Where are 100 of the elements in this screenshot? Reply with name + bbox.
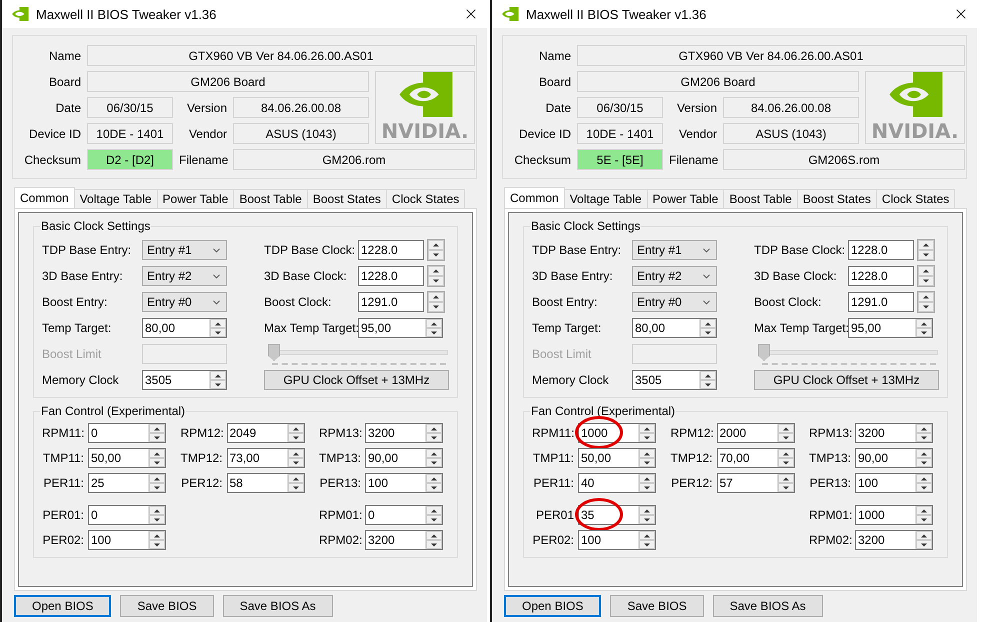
tab[interactable]: Clock States [876, 189, 956, 208]
spin-down-button[interactable] [149, 458, 165, 467]
spin-down-button[interactable] [778, 483, 794, 492]
spin-up-button[interactable] [639, 449, 655, 458]
spin-up-button[interactable] [639, 506, 655, 515]
footer-button[interactable]: Open BIOS [504, 595, 602, 617]
spin-up-button[interactable] [149, 449, 165, 458]
number-field[interactable]: 57 [716, 473, 794, 493]
spin-down-button[interactable] [426, 328, 442, 337]
spin-down-button[interactable] [639, 433, 655, 442]
number-field[interactable]: 90,00 [855, 448, 933, 468]
spin-up-button[interactable] [210, 319, 226, 328]
number-field[interactable]: 100 [578, 530, 656, 550]
spin-up-button[interactable] [426, 449, 442, 458]
number-field[interactable]: 0 [365, 505, 443, 525]
spin-down-button[interactable] [426, 540, 442, 549]
number-field[interactable]: 1228.0 [358, 266, 424, 286]
dropdown[interactable]: Entry #0 [142, 292, 227, 312]
number-field[interactable]: 50,00 [88, 448, 166, 468]
spin-up-button[interactable] [918, 266, 934, 276]
spin-up-button[interactable] [700, 371, 716, 380]
spin-down-button[interactable] [149, 433, 165, 442]
spin-up-button[interactable] [426, 506, 442, 515]
number-field[interactable]: 1000 [855, 505, 933, 525]
spin-down-button[interactable] [426, 483, 442, 492]
spin-up-button[interactable] [639, 474, 655, 483]
spin-up-button[interactable] [916, 319, 932, 328]
spin-down-button[interactable] [918, 302, 934, 312]
dropdown[interactable]: Entry #1 [632, 240, 717, 260]
number-field[interactable]: 80,00 [632, 318, 717, 338]
spin-down-button[interactable] [428, 276, 444, 286]
number-field[interactable]: 1000 [578, 423, 656, 443]
spin-up-button[interactable] [916, 449, 932, 458]
spin-down-button[interactable] [916, 515, 932, 524]
spin-down-button[interactable] [149, 540, 165, 549]
spin-up-button[interactable] [778, 474, 794, 483]
number-field[interactable]: 3200 [855, 423, 933, 443]
spin-down-button[interactable] [426, 433, 442, 442]
number-field[interactable]: 95,00 [358, 318, 443, 338]
spin-up-button[interactable] [916, 506, 932, 515]
spin-up-button[interactable] [918, 240, 934, 250]
dropdown[interactable]: Entry #1 [142, 240, 227, 260]
number-field[interactable]: 80,00 [142, 318, 227, 338]
spin-up-button[interactable] [426, 474, 442, 483]
clock-offset-button[interactable]: GPU Clock Offset + 13MHz [754, 370, 939, 390]
tab[interactable]: Voltage Table [74, 189, 158, 208]
spin-down-button[interactable] [426, 515, 442, 524]
spin-down-button[interactable] [288, 458, 304, 467]
dropdown[interactable]: Entry #2 [632, 266, 717, 286]
footer-button[interactable]: Open BIOS [14, 595, 112, 617]
spin-down-button[interactable] [916, 540, 932, 549]
number-field[interactable]: 1228.0 [848, 266, 914, 286]
spin-down-button[interactable] [778, 433, 794, 442]
spin-up-button[interactable] [916, 474, 932, 483]
number-field[interactable]: 95,00 [848, 318, 933, 338]
spin-down-button[interactable] [916, 328, 932, 337]
number-field[interactable]: 1291.0 [358, 292, 424, 312]
spin-up-button[interactable] [149, 474, 165, 483]
footer-button[interactable]: Save BIOS [120, 595, 214, 617]
clock-offset-button[interactable]: GPU Clock Offset + 13MHz [264, 370, 449, 390]
spin-up-button[interactable] [916, 531, 932, 540]
spin-up-button[interactable] [778, 449, 794, 458]
footer-button[interactable]: Save BIOS [610, 595, 704, 617]
footer-button[interactable]: Save BIOS As [222, 595, 333, 617]
spin-down-button[interactable] [916, 483, 932, 492]
number-field[interactable]: 3200 [855, 530, 933, 550]
spin-down-button[interactable] [918, 250, 934, 260]
number-field[interactable]: 73,00 [226, 448, 304, 468]
spin-up-button[interactable] [149, 531, 165, 540]
footer-button[interactable]: Save BIOS As [712, 595, 823, 617]
spin-down-button[interactable] [210, 328, 226, 337]
number-field[interactable]: 100 [365, 473, 443, 493]
number-field[interactable]: 3505 [142, 370, 227, 390]
spin-up-button[interactable] [428, 292, 444, 302]
spin-down-button[interactable] [700, 380, 716, 389]
spin-down-button[interactable] [210, 380, 226, 389]
spin-up-button[interactable] [918, 292, 934, 302]
spin-down-button[interactable] [639, 515, 655, 524]
spin-down-button[interactable] [428, 250, 444, 260]
spin-down-button[interactable] [916, 433, 932, 442]
tab[interactable]: Clock States [386, 189, 466, 208]
spin-up-button[interactable] [426, 319, 442, 328]
number-field[interactable]: 70,00 [716, 448, 794, 468]
spin-up-button[interactable] [149, 424, 165, 433]
number-field[interactable]: 1228.0 [848, 240, 914, 260]
spin-up-button[interactable] [428, 266, 444, 276]
number-field[interactable]: 2049 [226, 423, 304, 443]
tab[interactable]: Common [504, 187, 565, 208]
spin-up-button[interactable] [700, 319, 716, 328]
number-field[interactable]: 58 [226, 473, 304, 493]
spin-down-button[interactable] [916, 458, 932, 467]
tab[interactable]: Common [14, 187, 75, 208]
slider-thumb[interactable] [268, 344, 280, 361]
spin-down-button[interactable] [426, 458, 442, 467]
spin-up-button[interactable] [288, 424, 304, 433]
spin-up-button[interactable] [426, 424, 442, 433]
number-field[interactable]: 35 [578, 505, 656, 525]
number-field[interactable]: 3200 [365, 423, 443, 443]
spin-down-button[interactable] [639, 540, 655, 549]
number-field[interactable]: 100 [88, 530, 166, 550]
